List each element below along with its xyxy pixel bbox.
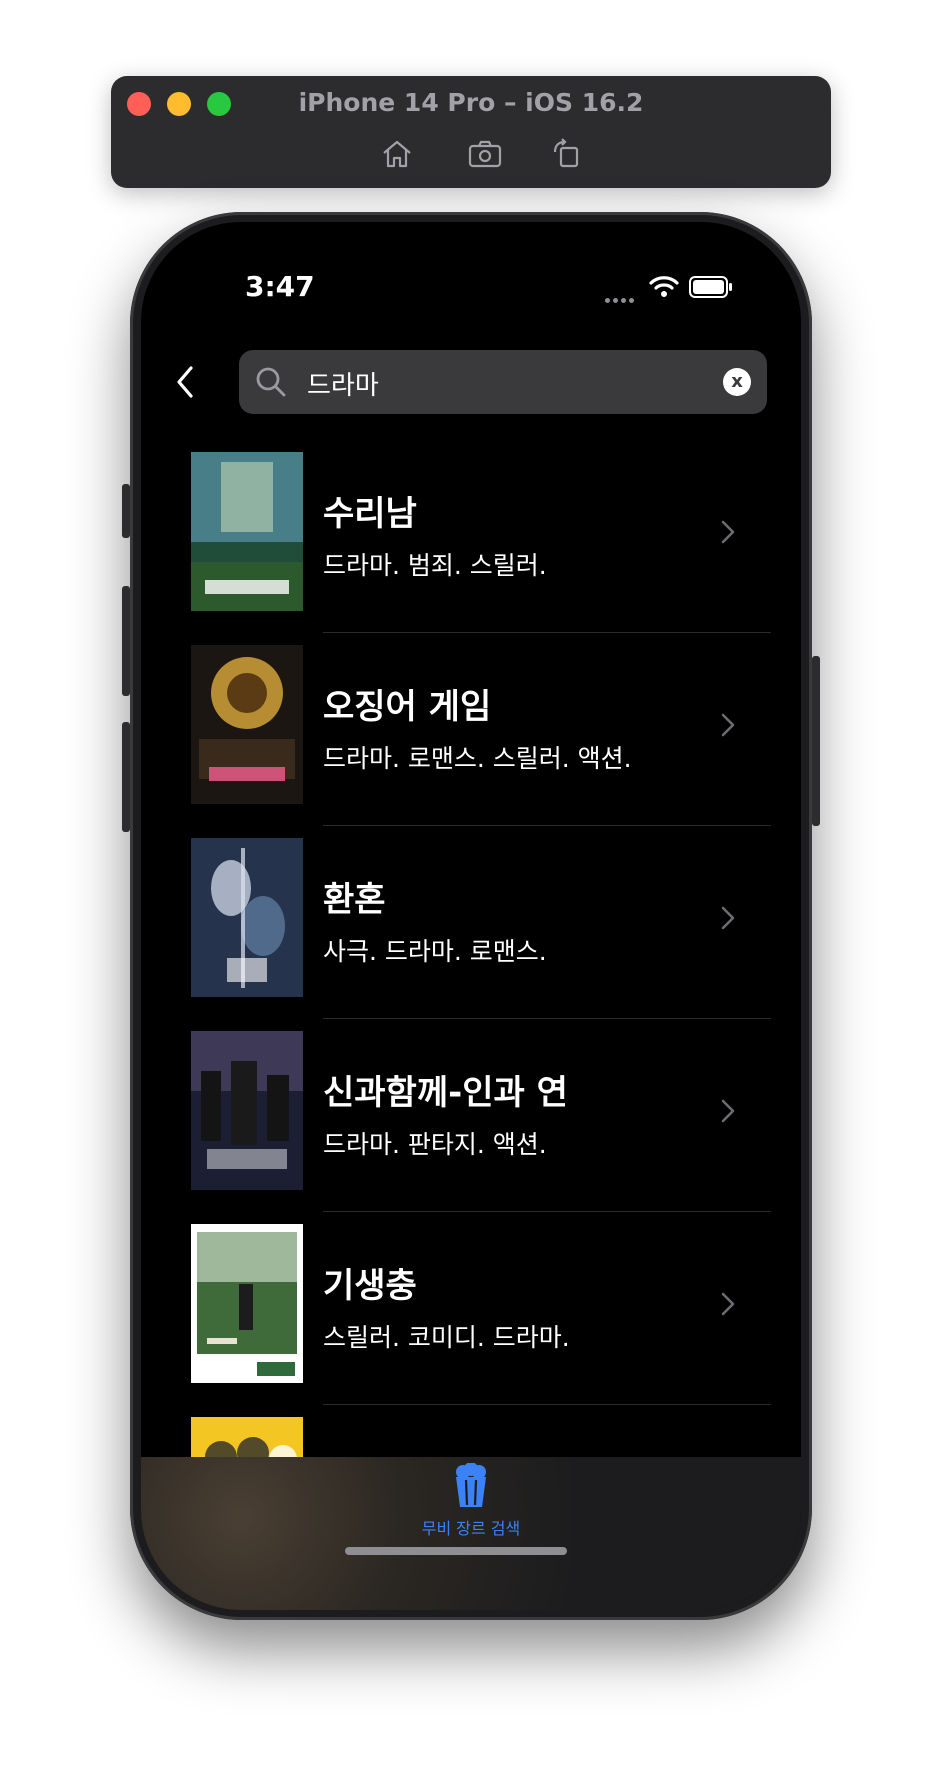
battery-icon	[689, 276, 732, 298]
movie-row[interactable]: 오징어 게임 드라마. 로맨스. 스릴러. 액션.	[141, 633, 801, 826]
movie-poster	[191, 452, 303, 611]
app-screen: 3:47 x	[141, 222, 801, 1610]
simulator-titlebar: iPhone 14 Pro – iOS 16.2	[111, 76, 831, 188]
movie-row[interactable]: 수리남 드라마. 범죄. 스릴러.	[141, 440, 801, 633]
movie-genres: 드라마. 로맨스. 스릴러. 액션.	[323, 744, 632, 773]
chevron-right-icon	[721, 1292, 735, 1316]
tab-movie-genre-search[interactable]: 무비 장르 검색	[381, 1463, 561, 1543]
movie-poster	[191, 1031, 303, 1190]
movie-genres: 드라마. 판타지. 액션.	[323, 1130, 547, 1159]
wifi-icon	[649, 276, 679, 297]
action-button	[122, 484, 130, 538]
movie-genres: 드라마. 범죄. 스릴러.	[323, 551, 547, 580]
movie-poster	[191, 645, 303, 804]
chevron-right-icon	[721, 1099, 735, 1123]
chevron-right-icon	[721, 906, 735, 930]
search-input[interactable]	[305, 358, 709, 408]
power-button	[812, 656, 820, 826]
movie-title: 오징어 게임	[323, 687, 492, 727]
signal-dots-icon	[605, 288, 637, 307]
movie-list: 수리남 드라마. 범죄. 스릴러. 오징어 게임 드라마. 로맨스. 스릴러. …	[141, 440, 801, 1598]
movie-title: 기생충	[323, 1266, 417, 1306]
popcorn-icon	[456, 1463, 486, 1507]
status-time: 3:47	[245, 270, 315, 303]
movie-title: 환혼	[323, 880, 386, 920]
movie-genres: 사극. 드라마. 로맨스.	[323, 937, 547, 966]
screenshot-icon[interactable]	[467, 136, 503, 172]
movie-poster	[191, 1224, 303, 1383]
search-bar[interactable]: x	[239, 350, 767, 414]
volume-up-button	[122, 586, 130, 696]
back-button[interactable]	[171, 364, 199, 400]
movie-genres: 스릴러. 코미디. 드라마.	[323, 1323, 570, 1352]
window-title: iPhone 14 Pro – iOS 16.2	[298, 88, 644, 117]
movie-row[interactable]: 환혼 사극. 드라마. 로맨스.	[141, 826, 801, 1019]
tab-label: 무비 장르 검색	[421, 1519, 521, 1538]
clear-search-button[interactable]: x	[723, 368, 751, 396]
search-icon	[256, 367, 286, 397]
home-indicator[interactable]	[345, 1547, 567, 1555]
movie-title: 신과함께-인과 연	[323, 1073, 568, 1113]
chevron-right-icon	[721, 520, 735, 544]
volume-down-button	[122, 722, 130, 832]
home-icon[interactable]	[379, 136, 415, 172]
movie-title: 수리남	[323, 494, 417, 534]
movie-row[interactable]: 신과함께-인과 연 드라마. 판타지. 액션.	[141, 1019, 801, 1212]
rotate-icon[interactable]	[549, 136, 585, 172]
chevron-right-icon	[721, 713, 735, 737]
movie-row[interactable]: 기생충 스릴러. 코미디. 드라마.	[141, 1212, 801, 1405]
movie-poster	[191, 838, 303, 997]
tab-bar: 무비 장르 검색	[141, 1457, 801, 1610]
